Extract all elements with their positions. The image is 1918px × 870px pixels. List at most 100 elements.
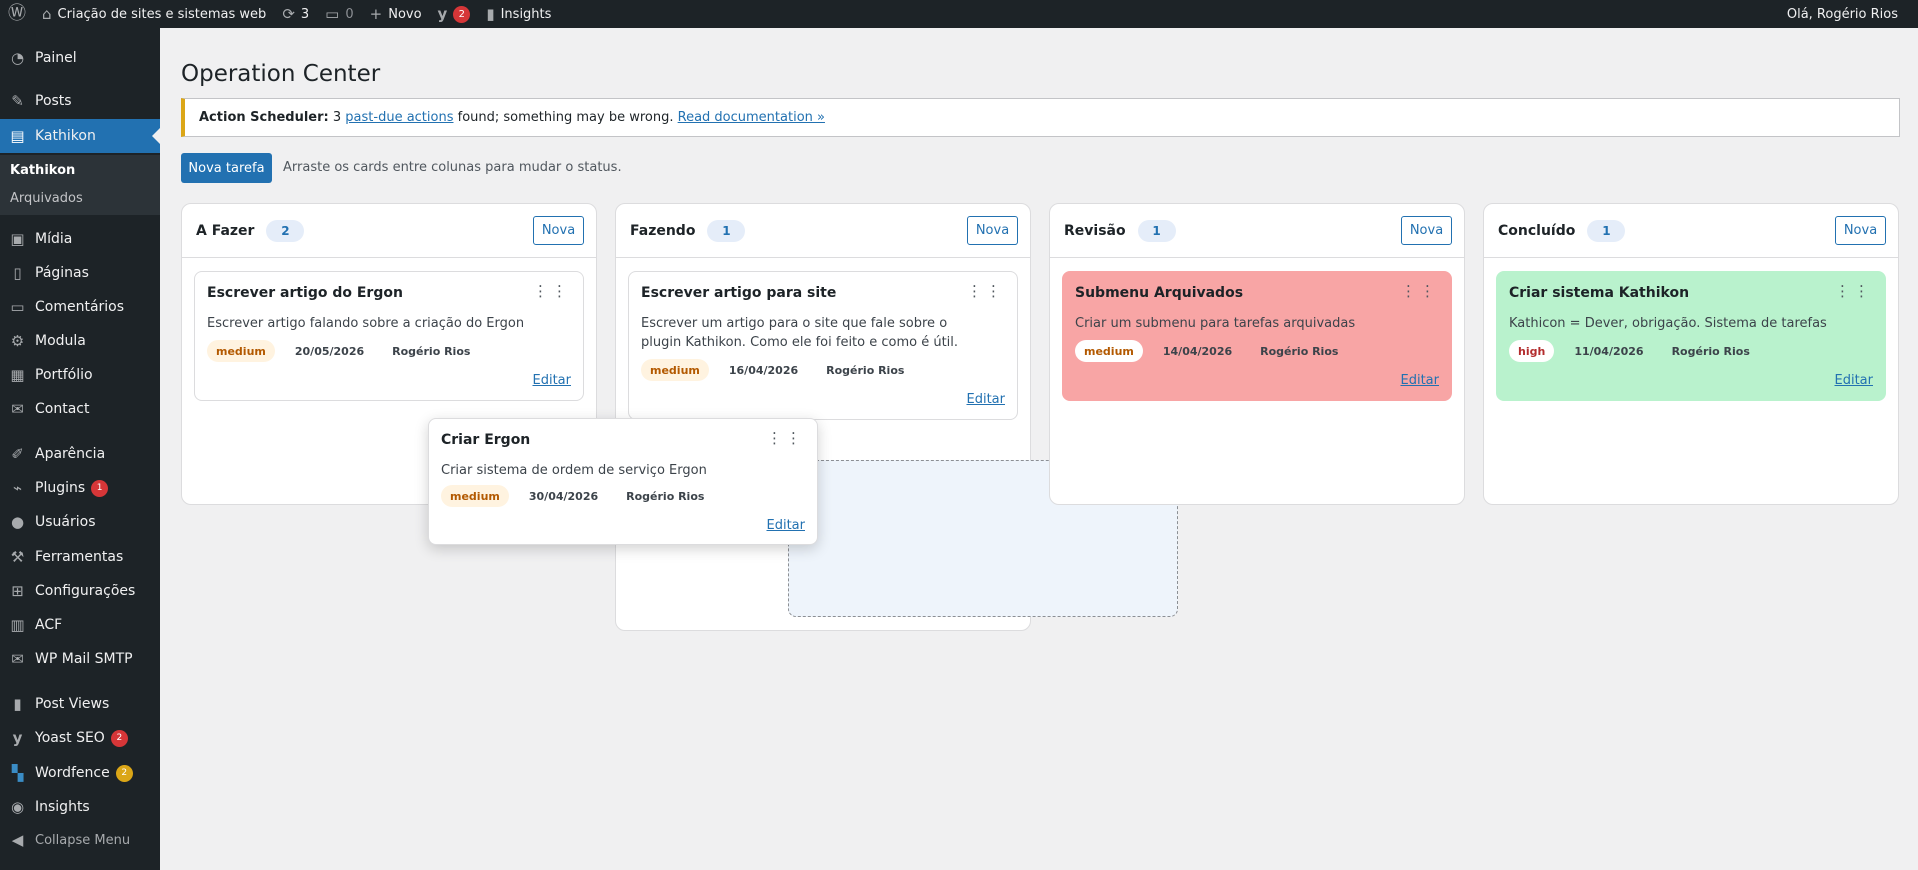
drag-hint: Arraste os cards entre colunas para muda… bbox=[283, 160, 622, 175]
admin-sidebar: ◔ Painel ✎ Posts ▤ Kathikon Kathikon Arquiv… bbox=[0, 28, 160, 870]
wordfence-icon: ▚ bbox=[11, 764, 24, 782]
sidebar-item-wordfence[interactable]: ▚ Wordfence 2 bbox=[0, 756, 160, 790]
column-header: Concluído 1 Nova bbox=[1484, 204, 1898, 258]
card-date: 30/04/2026 bbox=[528, 489, 599, 503]
dragging-task-card[interactable]: Criar Ergon ⋮⋮ Criar sistema de ordem de… bbox=[428, 418, 818, 545]
column-new-button[interactable]: Nova bbox=[1835, 216, 1886, 245]
sidebar-item-kathikon[interactable]: ▤ Kathikon bbox=[0, 119, 160, 153]
sidebar-item-wp-mail-smtp[interactable]: ✉ WP Mail SMTP bbox=[0, 642, 160, 676]
pin-icon: ✎ bbox=[11, 92, 24, 110]
comment-icon: ▭ bbox=[325, 4, 340, 23]
card-title: Escrever artigo para site bbox=[641, 285, 837, 301]
edit-link[interactable]: Editar bbox=[533, 373, 572, 388]
sidebar-item-portfolio[interactable]: ▦ Portfólio bbox=[0, 358, 160, 392]
sidebar-item-acf[interactable]: ▥ ACF bbox=[0, 608, 160, 642]
card-description: Escrever um artigo para o site que fale … bbox=[641, 316, 959, 350]
column-header: A Fazer 2 Nova bbox=[182, 204, 596, 258]
column-title: Concluído bbox=[1498, 222, 1576, 239]
page-title: Operation Center bbox=[181, 61, 381, 87]
sidebar-item-usuarios[interactable]: ● Usuários bbox=[0, 505, 160, 539]
updates-link[interactable]: ⟳ 3 bbox=[274, 0, 317, 28]
submenu-arquivados[interactable]: Arquivados bbox=[10, 191, 83, 206]
edit-link[interactable]: Editar bbox=[1401, 373, 1440, 388]
column-new-button[interactable]: Nova bbox=[1401, 216, 1452, 245]
comments-link[interactable]: ▭ 0 bbox=[317, 0, 361, 28]
card-description: Escrever artigo falando sobre a criação … bbox=[207, 316, 525, 331]
card-meta: high 11/04/2026 Rogério Rios bbox=[1509, 340, 1750, 362]
yoast-seo-badge: 2 bbox=[110, 729, 128, 747]
column-new-button[interactable]: Nova bbox=[533, 216, 584, 245]
card-owner: Rogério Rios bbox=[826, 363, 905, 377]
user-icon: ● bbox=[10, 513, 25, 531]
yoast-link[interactable]: y 2 bbox=[430, 0, 479, 28]
sidebar-item-paginas[interactable]: ▯ Páginas bbox=[0, 256, 160, 290]
sidebar-item-modula[interactable]: ⚙ Modula bbox=[0, 324, 160, 358]
site-name-link[interactable]: ⌂ Criação de sites e sistemas web bbox=[34, 0, 274, 28]
sidebar-item-ferramentas[interactable]: ⚒ Ferramentas bbox=[0, 540, 160, 574]
home-icon: ⌂ bbox=[42, 4, 52, 23]
priority-badge: medium bbox=[641, 359, 709, 381]
priority-badge: medium bbox=[207, 340, 275, 362]
plugins-badge: 1 bbox=[91, 479, 109, 497]
read-documentation-link[interactable]: Read documentation » bbox=[678, 110, 825, 125]
mail-icon: ✉ bbox=[11, 650, 24, 668]
card-drag-handle-icon[interactable]: ⋮⋮ bbox=[967, 282, 1005, 300]
card-drag-handle-icon[interactable]: ⋮⋮ bbox=[1835, 282, 1873, 300]
card-title: Submenu Arquivados bbox=[1075, 285, 1244, 301]
column-count-badge: 1 bbox=[1587, 219, 1626, 242]
submenu-kathikon[interactable]: Kathikon bbox=[10, 163, 75, 178]
user-greeting[interactable]: Olá, Rogério Rios bbox=[1779, 0, 1918, 28]
card-drag-handle-icon[interactable]: ⋮⋮ bbox=[1401, 282, 1439, 300]
new-content-link[interactable]: + Novo bbox=[362, 0, 430, 28]
task-card[interactable]: Submenu Arquivados ⋮⋮ Criar um submenu p… bbox=[1062, 271, 1452, 401]
card-date: 14/04/2026 bbox=[1162, 344, 1233, 358]
column-count-badge: 1 bbox=[707, 219, 746, 242]
table-icon: ▤ bbox=[10, 127, 25, 145]
yoast-icon: y bbox=[437, 4, 448, 23]
kathikon-submenu: Kathikon Arquivados bbox=[0, 155, 160, 215]
card-date: 11/04/2026 bbox=[1574, 344, 1644, 358]
edit-link[interactable]: Editar bbox=[967, 392, 1006, 407]
edit-link[interactable]: Editar bbox=[767, 518, 806, 533]
card-drag-handle-icon[interactable]: ⋮⋮ bbox=[767, 429, 805, 447]
past-due-actions-link[interactable]: past-due actions bbox=[345, 110, 453, 125]
sidebar-item-painel[interactable]: ◔ Painel bbox=[0, 41, 160, 75]
sidebar-item-comentarios[interactable]: ▭ Comentários bbox=[0, 290, 160, 324]
wordpress-logo-icon[interactable]: Ⓦ bbox=[0, 0, 34, 28]
media-icon: ▣ bbox=[10, 230, 25, 248]
edit-link[interactable]: Editar bbox=[1835, 373, 1874, 388]
card-description: Criar um submenu para tarefas arquivadas bbox=[1075, 316, 1356, 331]
sidebar-item-aparencia[interactable]: ✐ Aparência bbox=[0, 437, 160, 471]
column-count-badge: 1 bbox=[1137, 219, 1176, 242]
card-drag-handle-icon[interactable]: ⋮⋮ bbox=[533, 282, 571, 300]
priority-badge: high bbox=[1509, 340, 1555, 362]
sidebar-item-posts[interactable]: ✎ Posts bbox=[0, 84, 160, 118]
mail-icon: ✉ bbox=[11, 400, 24, 418]
sidebar-item-yoast-seo[interactable]: y Yoast SEO 2 bbox=[0, 721, 160, 755]
column-revisao: Revisão 1 Nova Submenu Arquivados ⋮⋮ Cri… bbox=[1049, 203, 1465, 505]
sidebar-item-configuracoes[interactable]: ⊞ Configurações bbox=[0, 574, 160, 608]
card-meta: medium 20/05/2026 Rogério Rios bbox=[207, 340, 470, 362]
yoast-badge: 2 bbox=[453, 5, 471, 23]
sidebar-item-plugins[interactable]: ⌁ Plugins 1 bbox=[0, 471, 160, 505]
card-meta: medium 30/04/2026 Rogério Rios bbox=[441, 485, 704, 507]
task-card[interactable]: Criar sistema Kathikon ⋮⋮ Kathicon = Dev… bbox=[1496, 271, 1886, 401]
sidebar-item-midia[interactable]: ▣ Mídia bbox=[0, 222, 160, 256]
task-card[interactable]: Escrever artigo para site ⋮⋮ Escrever um… bbox=[628, 271, 1018, 420]
insights-icon: ◉ bbox=[10, 798, 25, 816]
task-card[interactable]: Escrever artigo do Ergon ⋮⋮ Escrever art… bbox=[194, 271, 584, 401]
column-new-button[interactable]: Nova bbox=[967, 216, 1018, 245]
refresh-icon: ⟳ bbox=[282, 4, 295, 23]
card-title: Escrever artigo do Ergon bbox=[207, 285, 403, 301]
sidebar-item-insights[interactable]: ◉ Insights bbox=[0, 790, 160, 824]
sidebar-item-contact[interactable]: ✉ Contact bbox=[0, 392, 160, 426]
card-owner: Rogério Rios bbox=[1671, 344, 1750, 358]
card-meta: medium 16/04/2026 Rogério Rios bbox=[641, 359, 904, 381]
card-date: 16/04/2026 bbox=[728, 363, 799, 377]
sidebar-item-post-views[interactable]: ▮ Post Views bbox=[0, 687, 160, 721]
new-task-button[interactable]: Nova tarefa bbox=[181, 153, 272, 183]
main-content: Operation Center Action Scheduler: 3 pas… bbox=[160, 28, 1918, 870]
action-scheduler-notice: Action Scheduler: 3 past-due actions fou… bbox=[181, 98, 1900, 137]
insights-link[interactable]: ▮ Insights bbox=[478, 0, 559, 28]
collapse-menu-button[interactable]: ◀ Collapse Menu bbox=[0, 823, 160, 857]
